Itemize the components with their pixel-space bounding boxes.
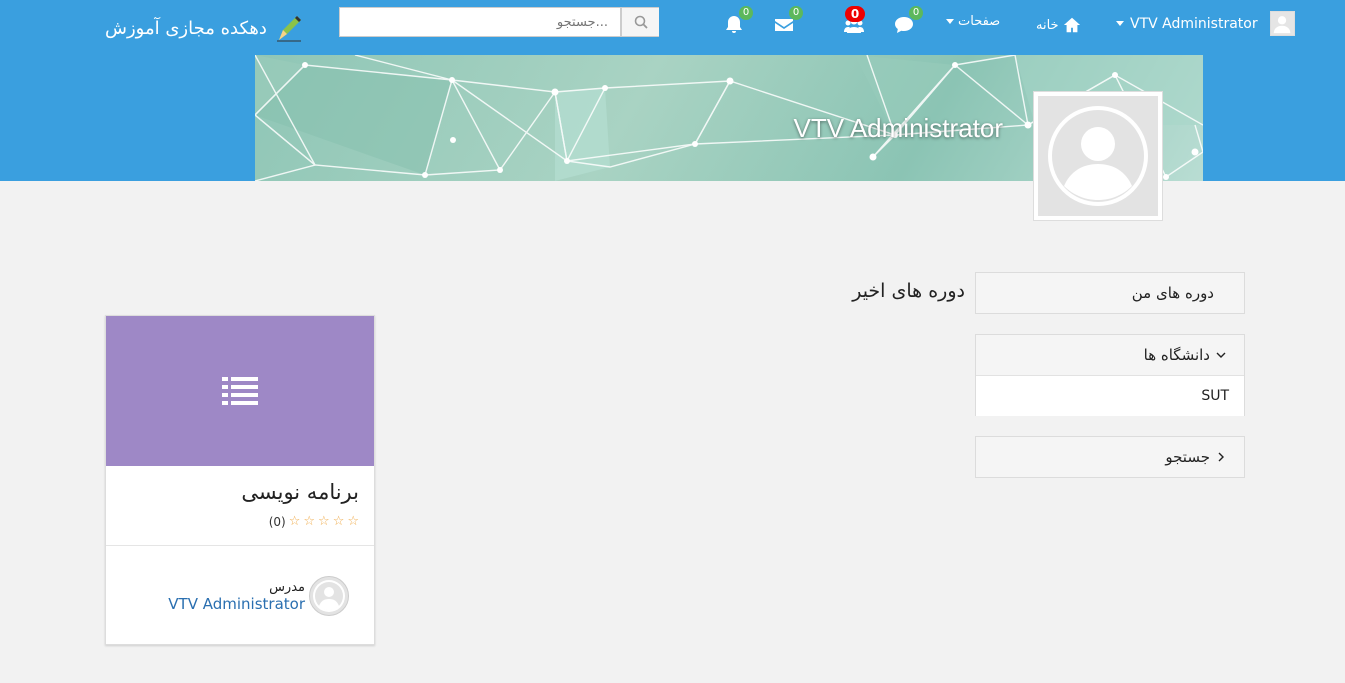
university-item-sut[interactable]: SUT [976,375,1244,416]
caret-down-icon [946,19,954,24]
course-teacher: مدرس VTV Administrator [106,546,374,616]
chat-button[interactable]: 0 [891,6,923,38]
messages-button[interactable]: 0 [771,6,803,38]
star-icon: ☆ [288,514,301,529]
friends-badge: 0 [845,6,865,22]
user-placeholder-icon [1048,106,1148,206]
course-card[interactable]: برنامه نویسی (0) ☆ ☆ ☆ ☆ ☆ مدرس VTV Admi… [105,315,375,645]
universities-label: دانشگاه ها [1143,346,1210,364]
my-courses-block[interactable]: دوره های من [975,272,1245,314]
pages-dropdown[interactable]: صفحات [946,14,1000,29]
profile-picture-frame [1038,96,1158,216]
teacher-name-link[interactable]: VTV Administrator [168,595,305,613]
search-form [339,7,659,37]
my-courses-link[interactable]: دوره های من [976,273,1244,313]
user-avatar [1269,11,1295,36]
profile-name: VTV Administrator [793,113,1003,143]
home-icon [1063,17,1080,33]
star-icon: ☆ [303,514,316,529]
chevron-down-icon [1216,352,1226,358]
recent-courses-title: دوره های اخیر [852,280,965,302]
notifications-badge: 0 [739,6,753,20]
search-block-header[interactable]: جستجو [976,437,1244,477]
friends-button[interactable]: 0 [841,6,867,38]
user-placeholder-icon [313,580,345,612]
search-block-label: جستجو [1165,448,1210,466]
universities-header[interactable]: دانشگاه ها [976,335,1244,375]
course-title[interactable]: برنامه نویسی [106,466,374,504]
site-logo[interactable]: دهکده مجازی آموزش [105,12,303,44]
site-title[interactable]: دهکده مجازی آموزش [105,18,267,39]
teacher-info: مدرس VTV Administrator [168,580,305,613]
user-name: VTV Administrator [1130,15,1258,32]
chevron-right-icon [1218,452,1224,462]
my-courses-label: دوره های من [1131,284,1214,302]
home-label: خانه [1036,17,1059,33]
list-icon [222,377,258,405]
user-placeholder-icon [1273,16,1290,34]
user-dropdown[interactable]: VTV Administrator [1116,11,1295,36]
universities-block: دانشگاه ها SUT [975,334,1245,416]
course-card-image[interactable] [106,316,374,466]
star-icon: ☆ [318,514,330,529]
course-rating: (0) ☆ ☆ ☆ ☆ ☆ [106,504,374,529]
teacher-avatar[interactable] [309,576,349,616]
messages-badge: 0 [789,6,803,20]
profile-picture[interactable] [1033,91,1163,221]
search-icon [634,15,648,29]
rating-count: (0) [268,514,286,529]
university-item-label: SUT [1201,388,1229,404]
home-link[interactable]: خانه [1036,16,1081,34]
notifications-button[interactable]: 0 [721,6,753,38]
caret-down-icon [1116,21,1124,26]
search-input[interactable] [339,7,621,37]
teacher-role: مدرس [269,579,305,595]
search-block[interactable]: جستجو [975,436,1245,478]
search-button[interactable] [621,7,659,37]
pencil-logo-icon [276,16,301,42]
pages-label: صفحات [958,14,1001,29]
chat-badge: 0 [909,6,923,20]
star-icon: ☆ [332,514,345,529]
star-icon: ☆ [347,514,359,529]
